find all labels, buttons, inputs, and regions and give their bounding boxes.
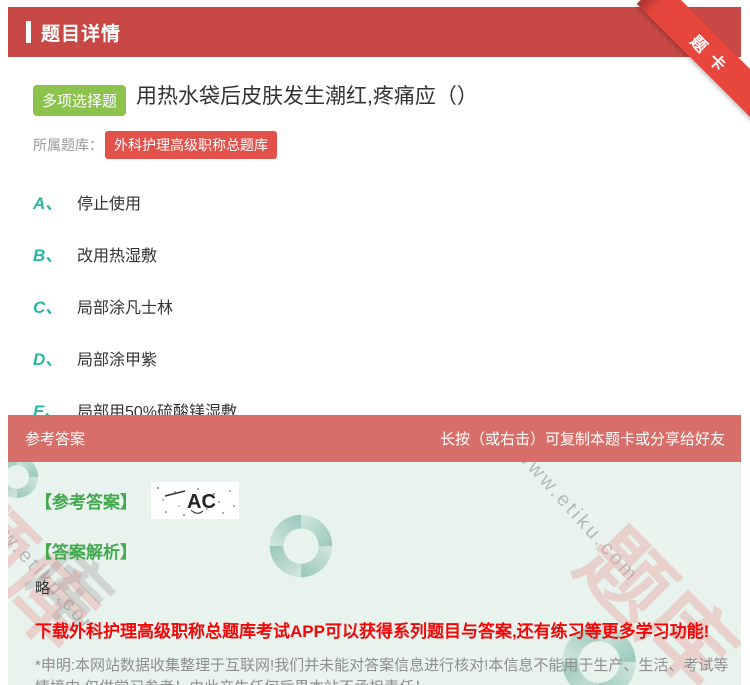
question-bank-row: 所属题库： 外科护理高级职称总题库 (33, 131, 721, 159)
answer-value: AC (187, 491, 216, 513)
option-a: A、 停止使用 (33, 189, 721, 214)
option-letter: C、 (33, 298, 63, 317)
option-text: 局部涂甲紫 (77, 352, 158, 369)
option-letter: D、 (33, 350, 63, 369)
copy-share-hint: 长按（或右击）可复制本题卡或分享给好友 (439, 431, 725, 448)
option-letter: B、 (33, 246, 63, 265)
option-letter: A、 (33, 194, 63, 213)
disclaimer-text: *申明:本网站数据收集整理于互联网!我们并未能对答案信息进行核对!本信息不能用于… (35, 657, 729, 685)
site-url-watermark: www.etiku.com (511, 462, 644, 587)
option-d: D、 局部涂甲紫 (33, 345, 721, 370)
question-section: 多项选择题 用热水袋后皮肤发生潮红,疼痛应（） 所属题库： 外科护理高级职称总题… (8, 57, 741, 421)
header-accent-bar (26, 21, 31, 43)
option-c: C、 局部涂凡士林 (33, 293, 721, 318)
answer-bar-title: 参考答案 (25, 431, 86, 448)
analysis-text: 略 (35, 580, 51, 597)
answer-section: www.etiku.com www.etiku.com 题库 题库 库 【参考答… (8, 462, 741, 685)
question-title-row: 多项选择题 用热水袋后皮肤发生潮红,疼痛应（） (33, 83, 721, 116)
option-b: B、 改用热湿敷 (33, 241, 721, 266)
page-header: 题目详情 (8, 7, 741, 57)
question-detail-page: 题目详情 多项选择题 用热水袋后皮肤发生潮红,疼痛应（） 所属题库： 外科护理高… (0, 0, 750, 685)
reference-answer-label: 【参考答案】 (35, 493, 137, 512)
answer-captcha-image: AC (151, 482, 239, 519)
page-title: 题目详情 (41, 23, 122, 45)
question-type-badge: 多项选择题 (33, 85, 127, 116)
question-bank-link[interactable]: 外科护理高级职称总题库 (105, 131, 277, 159)
answer-section-bar: 参考答案 长按（或右击）可复制本题卡或分享给好友 (8, 415, 741, 462)
option-text: 停止使用 (77, 196, 142, 213)
question-title: 用热水袋后皮肤发生潮红,疼痛应（） (136, 85, 478, 108)
options-list: A、 停止使用 B、 改用热湿敷 C、 局部涂凡士林 D、 局部涂甲紫 E、 局… (33, 189, 721, 422)
question-card: 题目详情 多项选择题 用热水袋后皮肤发生潮红,疼痛应（） 所属题库： 外科护理高… (8, 7, 741, 685)
option-text: 改用热湿敷 (77, 248, 158, 265)
analysis-label: 【答案解析】 (35, 543, 137, 562)
question-bank-label: 所属题库： (33, 137, 103, 153)
option-text: 局部涂凡士林 (77, 300, 174, 317)
app-download-promo: 下载外科护理高级职称总题库考试APP可以获得系列题目与答案,还有练习等更多学习功… (35, 622, 710, 641)
reference-answer-row: 【参考答案】 AC (35, 482, 741, 519)
